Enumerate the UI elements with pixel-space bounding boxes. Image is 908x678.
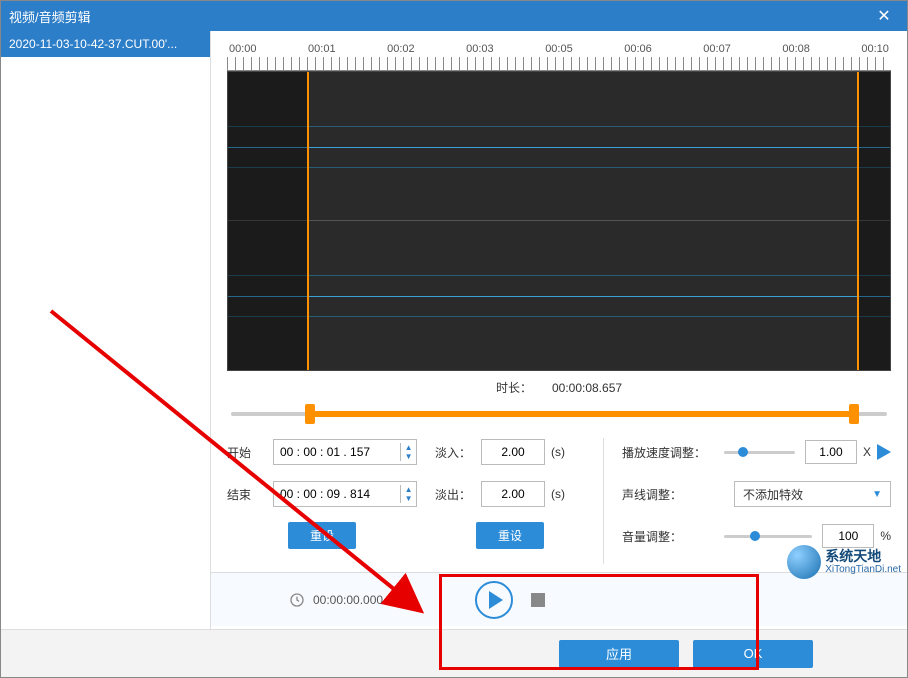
ruler-tick: 00:01 <box>308 43 336 55</box>
ok-button[interactable]: OK <box>693 640 813 668</box>
fadein-input[interactable] <box>481 439 545 465</box>
ruler-tick: 00:00 <box>229 43 257 55</box>
duration-display: 时长：00:00:08.657 <box>227 379 891 396</box>
ruler-tick: 00:06 <box>624 43 652 55</box>
ruler-tick: 00:08 <box>782 43 810 55</box>
sidebar-item[interactable]: 2020-11-03-10-42-37.CUT.00'... <box>1 31 210 57</box>
start-time-input[interactable]: ▲▼ <box>273 439 417 465</box>
window-title: 视频/音频剪辑 <box>9 7 869 26</box>
voice-effect-dropdown[interactable]: 不添加特效 ▼ <box>734 481 891 507</box>
spin-up-icon[interactable]: ▲ <box>401 443 416 452</box>
end-label: 结束 <box>227 486 273 503</box>
speed-input[interactable] <box>805 440 857 464</box>
bottom-bar: 应用 OK <box>1 629 907 677</box>
goto-button[interactable] <box>401 592 419 608</box>
spin-down-icon[interactable]: ▼ <box>401 494 416 503</box>
ruler-tick: 00:05 <box>545 43 573 55</box>
selection-start-marker[interactable] <box>307 72 309 370</box>
fadeout-label: 淡出： <box>435 486 481 503</box>
editor-main: 00:00 00:01 00:02 00:03 00:05 00:06 00:07 00:08… <box>211 31 907 629</box>
range-slider[interactable] <box>231 400 887 428</box>
timeline-ruler: 00:00 00:01 00:02 00:03 00:05 00:06 00:07 00:08… <box>227 43 891 71</box>
file-sidebar: 2020-11-03-10-42-37.CUT.00'... <box>1 31 211 629</box>
reset-trim-button[interactable]: 重设 <box>288 522 356 549</box>
playhead-time: 00:00:00.000 <box>289 592 383 608</box>
waveform[interactable] <box>227 71 891 371</box>
volume-label: 音量调整： <box>622 528 714 545</box>
voice-label: 声线调整： <box>622 486 714 503</box>
ruler-tick: 00:02 <box>387 43 415 55</box>
fadeout-input[interactable] <box>481 481 545 507</box>
volume-input[interactable] <box>822 524 874 548</box>
preview-speed-button[interactable] <box>877 444 891 460</box>
play-icon <box>489 591 503 609</box>
fadein-label: 淡入： <box>435 444 481 461</box>
end-time-input[interactable]: ▲▼ <box>273 481 417 507</box>
reset-fade-button[interactable]: 重设 <box>476 522 544 549</box>
spin-down-icon[interactable]: ▼ <box>401 452 416 461</box>
ruler-tick: 00:03 <box>466 43 494 55</box>
volume-slider[interactable] <box>724 526 812 546</box>
ruler-tick: 00:10 <box>861 43 889 55</box>
apply-button[interactable]: 应用 <box>559 640 679 668</box>
selection-end-marker[interactable] <box>857 72 859 370</box>
player-bar: 00:00:00.000 <box>211 572 907 626</box>
chevron-down-icon: ▼ <box>872 489 882 500</box>
play-button[interactable] <box>475 581 513 619</box>
close-button[interactable]: ✕ <box>869 1 899 31</box>
range-handle-end[interactable] <box>849 404 859 424</box>
spin-up-icon[interactable]: ▲ <box>401 485 416 494</box>
stop-button[interactable] <box>531 593 545 607</box>
speed-slider[interactable] <box>724 442 795 462</box>
speed-label: 播放速度调整： <box>622 444 714 461</box>
titlebar: 视频/音频剪辑 ✕ <box>1 1 907 31</box>
clock-icon <box>289 592 305 608</box>
start-label: 开始 <box>227 444 273 461</box>
ruler-tick: 00:07 <box>703 43 731 55</box>
range-handle-start[interactable] <box>305 404 315 424</box>
